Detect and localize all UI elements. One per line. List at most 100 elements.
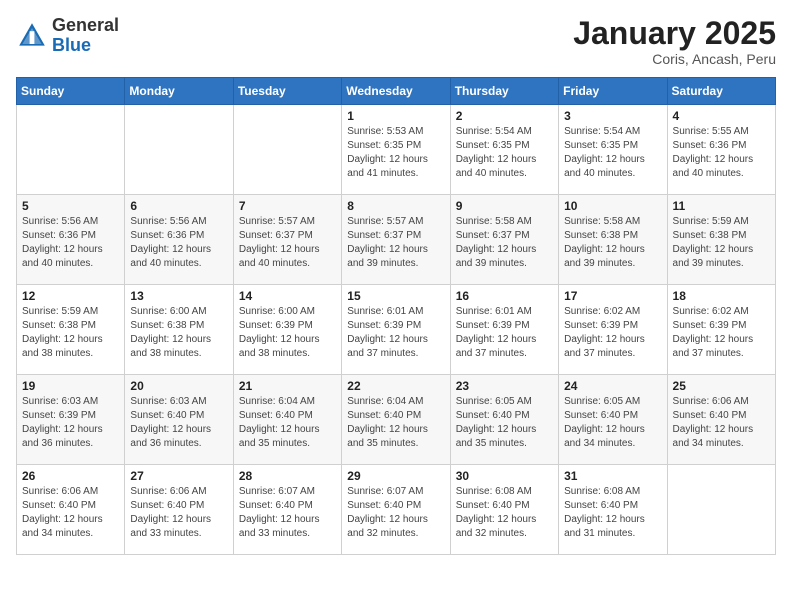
calendar-cell: 21Sunrise: 6:04 AM Sunset: 6:40 PM Dayli… (233, 375, 341, 465)
calendar-table: SundayMondayTuesdayWednesdayThursdayFrid… (16, 77, 776, 555)
logo-blue-text: Blue (52, 36, 119, 56)
day-number: 1 (347, 109, 444, 123)
calendar-cell: 29 Sunrise: 6:07 AM Sunset: 6:40 PM Dayli… (342, 465, 450, 555)
day-info: Sunrise: 5:59 AM Sunset: 6:38 PM Dayligh… (673, 215, 770, 271)
calendar-cell: 22Sunrise: 6:04 AM Sunset: 6:40 PM Dayli… (342, 375, 450, 465)
day-number: 26 (22, 469, 119, 483)
day-info: Sunrise: 6:00 AM Sunset: 6:38 PM Dayligh… (130, 305, 227, 361)
calendar-week-row: 12 Sunrise: 5:59 AM Sunset: 6:38 PM Dayli… (17, 285, 776, 375)
day-info: Sunrise: 6:06 AM Sunset: 6:40 PM Dayligh… (22, 485, 119, 541)
day-info: Sunrise: 6:06 AM Sunset: 6:40 PM Dayligh… (130, 485, 227, 541)
calendar-cell: 18 Sunrise: 6:02 AM Sunset: 6:39 PM Dayli… (667, 285, 775, 375)
day-info: Sunrise: 5:53 AM Sunset: 6:35 PM Dayligh… (347, 125, 444, 181)
weekday-header-tuesday: Tuesday (233, 78, 341, 105)
day-info: Sunrise: 6:03 AM Sunset: 6:40 PM Dayligh… (130, 395, 227, 451)
day-info: Sunrise: 6:02 AM Sunset: 6:39 PM Dayligh… (673, 305, 770, 361)
weekday-header-wednesday: Wednesday (342, 78, 450, 105)
day-number: 23 (456, 379, 553, 393)
day-number: 27 (130, 469, 227, 483)
calendar-week-row: 5 Sunrise: 5:56 AM Sunset: 6:36 PM Daylig… (17, 195, 776, 285)
title-block: January 2025 Coris, Ancash, Peru (573, 16, 776, 67)
calendar-cell: 25Sunrise: 6:06 AM Sunset: 6:40 PM Dayli… (667, 375, 775, 465)
day-info: Sunrise: 6:00 AM Sunset: 6:39 PM Dayligh… (239, 305, 336, 361)
day-number: 30 (456, 469, 553, 483)
day-number: 16 (456, 289, 553, 303)
day-number: 11 (673, 199, 770, 213)
page: General Blue January 2025 Coris, Ancash,… (0, 0, 792, 571)
day-number: 17 (564, 289, 661, 303)
day-number: 4 (673, 109, 770, 123)
calendar-header: SundayMondayTuesdayWednesdayThursdayFrid… (17, 78, 776, 105)
calendar-cell: 26 Sunrise: 6:06 AM Sunset: 6:40 PM Dayli… (17, 465, 125, 555)
calendar-cell: 17Sunrise: 6:02 AM Sunset: 6:39 PM Dayli… (559, 285, 667, 375)
day-number: 6 (130, 199, 227, 213)
day-info: Sunrise: 5:59 AM Sunset: 6:38 PM Dayligh… (22, 305, 119, 361)
calendar-cell: 7Sunrise: 5:57 AM Sunset: 6:37 PM Daylig… (233, 195, 341, 285)
day-info: Sunrise: 6:06 AM Sunset: 6:40 PM Dayligh… (673, 395, 770, 451)
calendar-body: 1 Sunrise: 5:53 AM Sunset: 6:35 PM Daylig… (17, 105, 776, 555)
calendar-cell: 2Sunrise: 5:54 AM Sunset: 6:35 PM Daylig… (450, 105, 558, 195)
calendar-cell: 13 Sunrise: 6:00 AM Sunset: 6:38 PM Dayli… (125, 285, 233, 375)
logo-text: General Blue (52, 16, 119, 56)
calendar-cell: 19 Sunrise: 6:03 AM Sunset: 6:39 PM Dayli… (17, 375, 125, 465)
weekday-header-friday: Friday (559, 78, 667, 105)
logo-icon (16, 20, 48, 52)
day-info: Sunrise: 5:55 AM Sunset: 6:36 PM Dayligh… (673, 125, 770, 181)
day-info: Sunrise: 6:04 AM Sunset: 6:40 PM Dayligh… (239, 395, 336, 451)
day-number: 31 (564, 469, 661, 483)
day-info: Sunrise: 6:08 AM Sunset: 6:40 PM Dayligh… (564, 485, 661, 541)
day-info: Sunrise: 6:07 AM Sunset: 6:40 PM Dayligh… (239, 485, 336, 541)
calendar-cell: 5 Sunrise: 5:56 AM Sunset: 6:36 PM Daylig… (17, 195, 125, 285)
day-info: Sunrise: 6:03 AM Sunset: 6:39 PM Dayligh… (22, 395, 119, 451)
calendar-week-row: 26 Sunrise: 6:06 AM Sunset: 6:40 PM Dayli… (17, 465, 776, 555)
day-info: Sunrise: 6:01 AM Sunset: 6:39 PM Dayligh… (347, 305, 444, 361)
calendar-cell: 10Sunrise: 5:58 AM Sunset: 6:38 PM Dayli… (559, 195, 667, 285)
calendar-cell: 3 Sunrise: 5:54 AM Sunset: 6:35 PM Daylig… (559, 105, 667, 195)
weekday-header-monday: Monday (125, 78, 233, 105)
calendar-cell: 20Sunrise: 6:03 AM Sunset: 6:40 PM Dayli… (125, 375, 233, 465)
calendar-cell: 27 Sunrise: 6:06 AM Sunset: 6:40 PM Dayli… (125, 465, 233, 555)
calendar-cell: 23 Sunrise: 6:05 AM Sunset: 6:40 PM Dayli… (450, 375, 558, 465)
calendar-cell: 4 Sunrise: 5:55 AM Sunset: 6:36 PM Daylig… (667, 105, 775, 195)
calendar-cell: 30 Sunrise: 6:08 AM Sunset: 6:40 PM Dayli… (450, 465, 558, 555)
calendar-cell: 24Sunrise: 6:05 AM Sunset: 6:40 PM Dayli… (559, 375, 667, 465)
day-number: 12 (22, 289, 119, 303)
calendar-cell (125, 105, 233, 195)
month-title: January 2025 (573, 16, 776, 51)
calendar-cell: 9 Sunrise: 5:58 AM Sunset: 6:37 PM Daylig… (450, 195, 558, 285)
day-number: 22 (347, 379, 444, 393)
day-number: 29 (347, 469, 444, 483)
day-info: Sunrise: 5:58 AM Sunset: 6:37 PM Dayligh… (456, 215, 553, 271)
weekday-header-saturday: Saturday (667, 78, 775, 105)
day-number: 7 (239, 199, 336, 213)
day-info: Sunrise: 5:54 AM Sunset: 6:35 PM Dayligh… (564, 125, 661, 181)
day-info: Sunrise: 6:08 AM Sunset: 6:40 PM Dayligh… (456, 485, 553, 541)
calendar-cell (667, 465, 775, 555)
calendar-cell: 11 Sunrise: 5:59 AM Sunset: 6:38 PM Dayli… (667, 195, 775, 285)
calendar-cell: 15Sunrise: 6:01 AM Sunset: 6:39 PM Dayli… (342, 285, 450, 375)
day-number: 24 (564, 379, 661, 393)
day-number: 9 (456, 199, 553, 213)
calendar-cell: 16 Sunrise: 6:01 AM Sunset: 6:39 PM Dayli… (450, 285, 558, 375)
day-number: 18 (673, 289, 770, 303)
weekday-header-sunday: Sunday (17, 78, 125, 105)
day-info: Sunrise: 6:05 AM Sunset: 6:40 PM Dayligh… (456, 395, 553, 451)
day-info: Sunrise: 6:01 AM Sunset: 6:39 PM Dayligh… (456, 305, 553, 361)
day-info: Sunrise: 6:07 AM Sunset: 6:40 PM Dayligh… (347, 485, 444, 541)
calendar-week-row: 1 Sunrise: 5:53 AM Sunset: 6:35 PM Daylig… (17, 105, 776, 195)
day-number: 8 (347, 199, 444, 213)
calendar-cell (17, 105, 125, 195)
calendar-cell: 31 Sunrise: 6:08 AM Sunset: 6:40 PM Dayli… (559, 465, 667, 555)
day-number: 13 (130, 289, 227, 303)
day-number: 19 (22, 379, 119, 393)
calendar-cell: 14Sunrise: 6:00 AM Sunset: 6:39 PM Dayli… (233, 285, 341, 375)
day-number: 3 (564, 109, 661, 123)
day-number: 10 (564, 199, 661, 213)
logo: General Blue (16, 16, 119, 56)
day-number: 28 (239, 469, 336, 483)
day-info: Sunrise: 5:56 AM Sunset: 6:36 PM Dayligh… (22, 215, 119, 271)
day-number: 5 (22, 199, 119, 213)
calendar-cell (233, 105, 341, 195)
day-info: Sunrise: 5:56 AM Sunset: 6:36 PM Dayligh… (130, 215, 227, 271)
calendar-cell: 12 Sunrise: 5:59 AM Sunset: 6:38 PM Dayli… (17, 285, 125, 375)
